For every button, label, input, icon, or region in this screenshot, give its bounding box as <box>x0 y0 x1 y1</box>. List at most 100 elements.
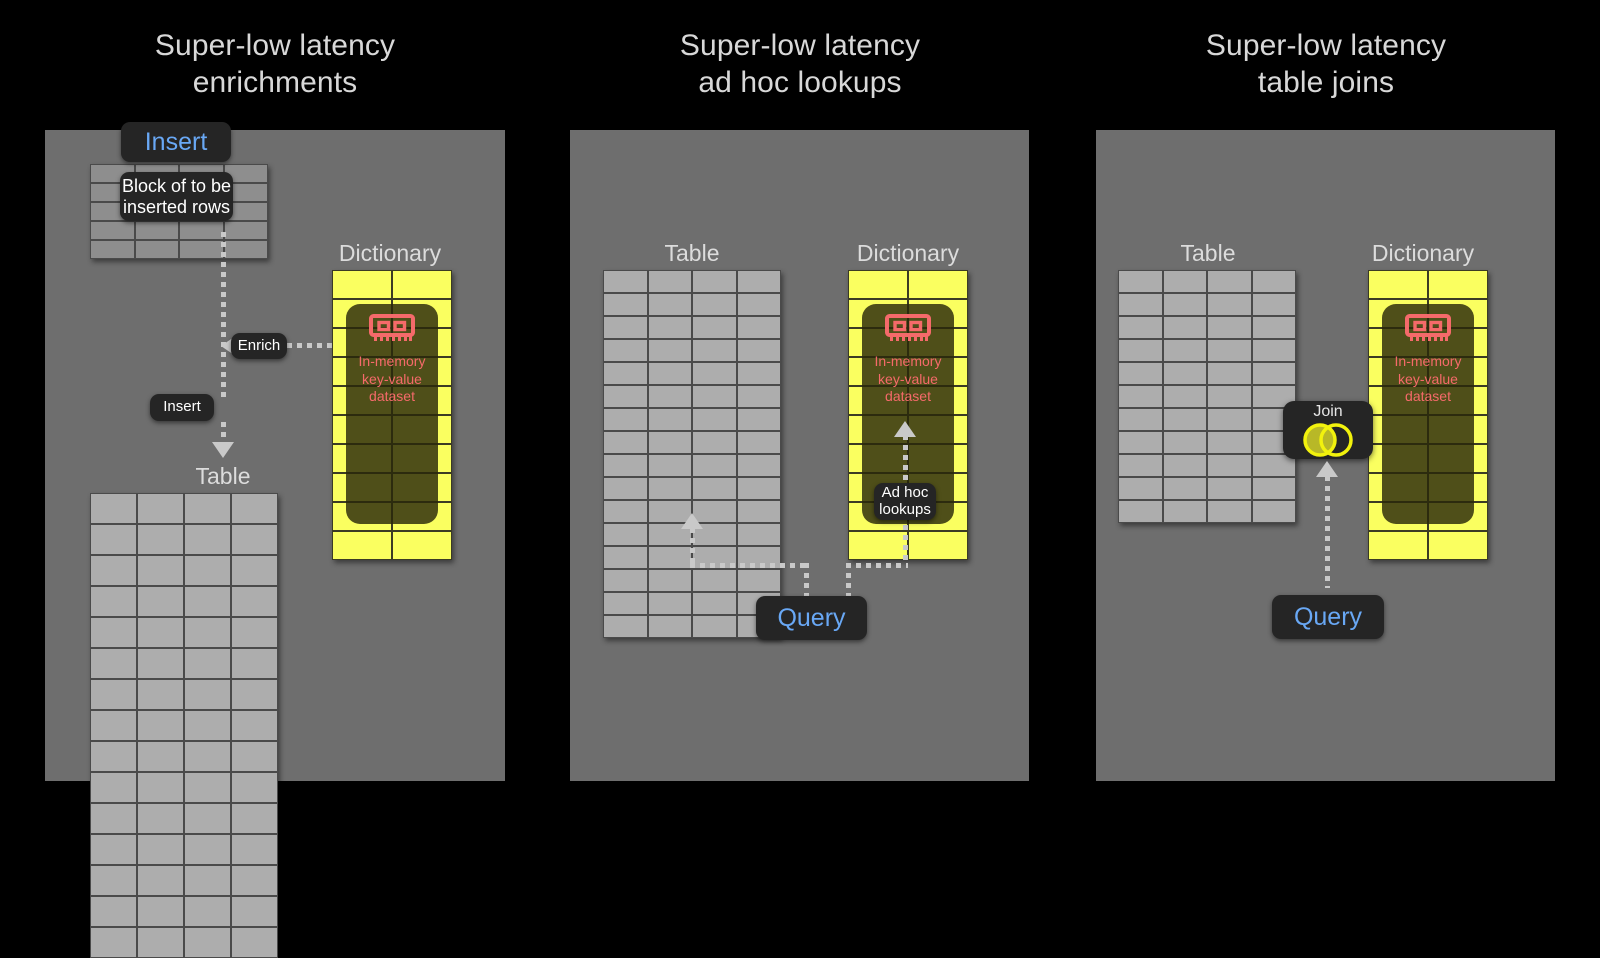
in-memory-label-1: In-memory key-value dataset <box>358 353 426 404</box>
grid-cell <box>1118 408 1163 431</box>
grid-cell <box>692 615 737 638</box>
grid-cell <box>90 741 137 772</box>
query-chip-2[interactable]: Query <box>756 596 867 640</box>
grid-cell <box>848 270 908 299</box>
grid-cell <box>1162 362 1207 385</box>
grid-cell <box>1207 408 1252 431</box>
grid-cell <box>1207 293 1252 316</box>
grid-cell <box>184 803 231 834</box>
dictionary-caption-2: Dictionary <box>856 240 960 266</box>
table-grid-3 <box>1118 270 1296 523</box>
grid-cell <box>90 586 137 617</box>
grid-cell <box>647 270 692 293</box>
grid-cell <box>692 385 737 408</box>
grid-cell <box>1162 385 1207 408</box>
grid-cell <box>603 408 648 431</box>
dictionary-caption-3: Dictionary <box>1371 240 1475 266</box>
insert-flow-line-mid <box>221 362 226 399</box>
grid-cell <box>184 679 231 710</box>
grid-cell <box>1162 477 1207 500</box>
grid-cell <box>231 772 278 803</box>
grid-cell <box>392 270 452 299</box>
query-to-join-line <box>1325 476 1330 588</box>
panel-table-joins: Table Dictionary In-memory key-value dat… <box>1096 130 1555 781</box>
grid-cell <box>90 896 137 927</box>
grid-cell <box>90 834 137 865</box>
join-chip[interactable]: Join <box>1283 401 1373 459</box>
grid-cell <box>137 710 184 741</box>
grid-cell <box>736 477 781 500</box>
grid-cell <box>223 221 268 240</box>
grid-cell <box>692 316 737 339</box>
insert-top-chip[interactable]: Insert <box>121 122 231 162</box>
grid-cell <box>647 408 692 431</box>
grid-cell <box>692 270 737 293</box>
grid-cell <box>231 803 278 834</box>
grid-cell <box>184 741 231 772</box>
grid-cell <box>647 385 692 408</box>
grid-cell <box>647 592 692 615</box>
grid-cell <box>1118 431 1163 454</box>
grid-cell <box>1368 270 1428 299</box>
table-caption-2: Table <box>664 240 720 266</box>
grid-cell <box>603 500 648 523</box>
grid-cell <box>603 592 648 615</box>
grid-cell <box>1207 385 1252 408</box>
query-to-dict-arrow-head <box>894 421 916 437</box>
query-chip-3[interactable]: Query <box>1272 595 1384 639</box>
grid-cell <box>1207 431 1252 454</box>
grid-cell <box>692 339 737 362</box>
grid-cell <box>231 679 278 710</box>
grid-cell <box>90 772 137 803</box>
grid-cell <box>736 569 781 592</box>
grid-cell <box>137 555 184 586</box>
grid-cell <box>90 524 137 555</box>
table-caption-1: Table <box>195 463 251 489</box>
grid-cell <box>231 927 278 958</box>
grid-cell <box>647 569 692 592</box>
grid-cell <box>134 240 179 259</box>
block-rows-chip[interactable]: Block of to be inserted rows <box>120 172 233 221</box>
grid-cell <box>736 431 781 454</box>
grid-cell <box>736 500 781 523</box>
grid-cell <box>1251 477 1296 500</box>
panel-enrichments: Insert Block of to be inserted rows Enri… <box>45 122 505 958</box>
grid-cell <box>603 546 648 569</box>
grid-cell <box>1207 454 1252 477</box>
grid-cell <box>184 772 231 803</box>
grid-cell <box>184 648 231 679</box>
grid-cell <box>231 865 278 896</box>
grid-cell <box>1118 339 1163 362</box>
grid-cell <box>1251 270 1296 293</box>
enrich-chip[interactable]: Enrich <box>231 333 287 359</box>
grid-cell <box>90 679 137 710</box>
grid-cell <box>231 710 278 741</box>
grid-cell <box>1251 293 1296 316</box>
grid-cell <box>1118 477 1163 500</box>
grid-cell <box>223 240 268 259</box>
grid-cell <box>1118 316 1163 339</box>
grid-cell <box>90 555 137 586</box>
insert-bottom-chip[interactable]: Insert <box>150 394 214 421</box>
grid-cell <box>332 531 392 560</box>
grid-cell <box>736 293 781 316</box>
slide-canvas: Super-low latency enrichments Insert Blo… <box>0 0 1600 958</box>
grid-cell <box>231 896 278 927</box>
grid-cell <box>1207 316 1252 339</box>
grid-cell <box>692 569 737 592</box>
grid-cell <box>184 493 231 524</box>
grid-cell <box>647 316 692 339</box>
grid-cell <box>1162 293 1207 316</box>
grid-cell <box>647 431 692 454</box>
grid-cell <box>184 617 231 648</box>
grid-cell <box>1368 531 1428 560</box>
grid-cell <box>137 586 184 617</box>
panel-title-enrichments: Super-low latency enrichments <box>154 29 396 99</box>
grid-cell <box>184 586 231 617</box>
grid-cell <box>736 523 781 546</box>
ad-hoc-lookups-chip[interactable]: Ad hoc lookups <box>874 483 936 520</box>
in-memory-overlay-1: In-memory key-value dataset <box>346 304 438 524</box>
insert-arrow-head <box>212 442 234 458</box>
grid-cell <box>603 270 648 293</box>
query-to-table-v <box>690 528 695 566</box>
